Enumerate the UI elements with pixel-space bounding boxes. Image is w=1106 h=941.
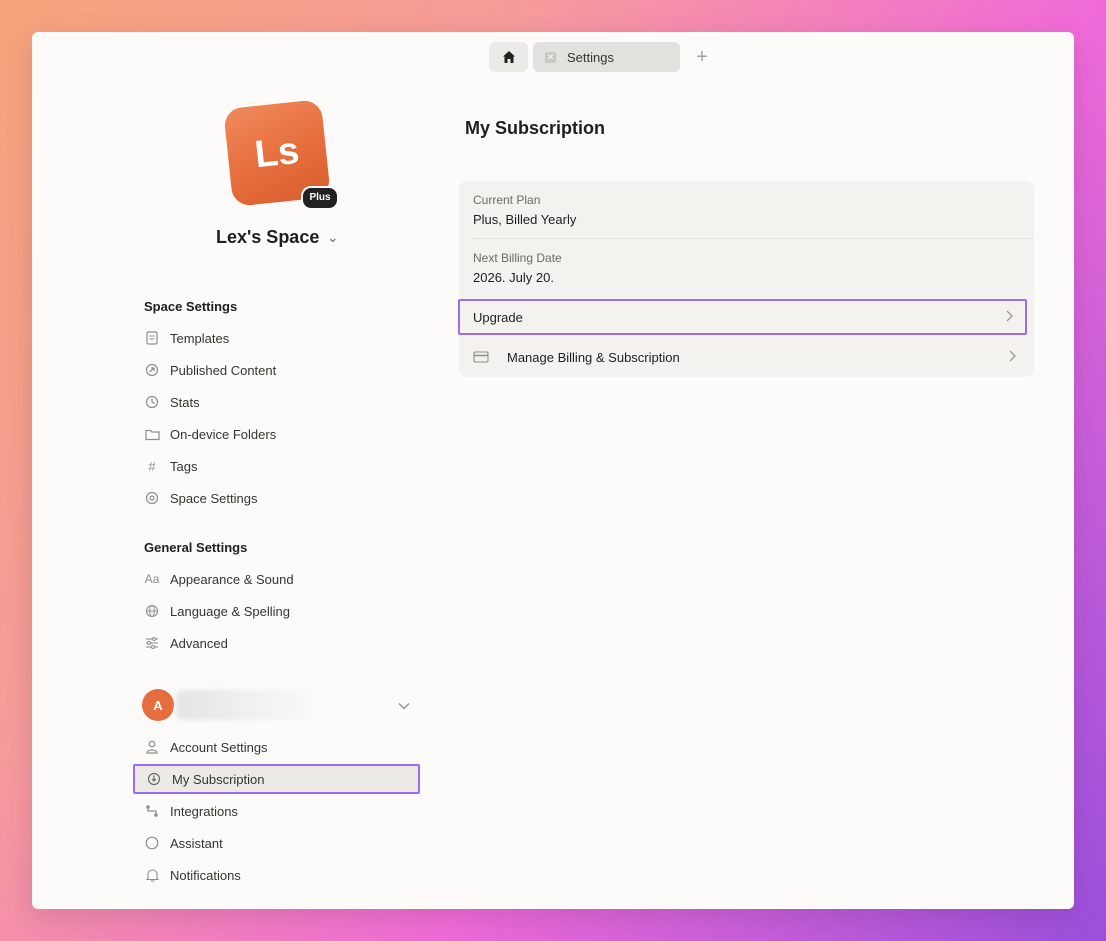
template-icon: [144, 330, 160, 346]
sidebar-item-notifications[interactable]: Notifications: [144, 863, 398, 887]
plan-badge: Plus: [301, 186, 339, 210]
published-icon: [144, 362, 160, 378]
chevron-down-icon: [398, 698, 410, 713]
sidebar-item-label: Templates: [170, 330, 230, 346]
stats-icon: [144, 394, 160, 410]
space-switcher[interactable]: Lex's Space ⌄: [216, 227, 338, 248]
sidebar-item-assistant[interactable]: Assistant: [144, 831, 398, 855]
chevron-right-icon: [1006, 309, 1013, 326]
sidebar-item-account-settings[interactable]: Account Settings: [144, 735, 398, 759]
account-name-redacted: [176, 690, 314, 720]
avatar-letter: A: [153, 697, 163, 713]
sidebar-item-language-spelling[interactable]: Language & Spelling: [144, 599, 398, 623]
hash-icon: #: [148, 458, 156, 474]
account-switcher[interactable]: A: [142, 688, 410, 722]
space-logo-text: Ls: [252, 129, 302, 176]
sidebar-item-label: Assistant: [170, 835, 223, 851]
assistant-icon: [144, 835, 160, 851]
sidebar-item-stats[interactable]: Stats: [144, 390, 398, 414]
current-plan-label: Current Plan: [473, 193, 541, 207]
home-tab[interactable]: [489, 42, 528, 72]
upgrade-button[interactable]: Upgrade: [458, 299, 1027, 335]
globe-icon: [144, 603, 160, 619]
sidebar-item-on-device-folders[interactable]: On-device Folders: [144, 422, 398, 446]
home-icon: [502, 51, 515, 63]
sidebar-item-my-subscription[interactable]: My Subscription: [133, 764, 420, 794]
sidebar-item-label: Advanced: [170, 635, 228, 651]
sidebar-item-label: Account Settings: [170, 739, 268, 755]
sidebar-item-published-content[interactable]: Published Content: [144, 358, 398, 382]
sidebar-item-label: Tags: [170, 458, 198, 474]
sidebar-item-tags[interactable]: # Tags: [144, 454, 398, 478]
chevron-right-icon: [1009, 349, 1016, 366]
credit-card-icon: [473, 349, 489, 365]
sidebar-item-space-settings[interactable]: Space Settings: [144, 486, 398, 510]
sidebar-item-label: Published Content: [170, 362, 277, 378]
chevron-down-icon: ⌄: [327, 229, 339, 245]
next-billing-value: 2026. July 20.: [473, 270, 554, 285]
folder-icon: [144, 426, 160, 442]
sliders-icon: [144, 635, 160, 651]
tab-settings-label: Settings: [567, 49, 614, 65]
close-icon[interactable]: ✕: [545, 51, 556, 63]
sidebar-item-templates[interactable]: Templates: [144, 326, 398, 350]
sidebar-item-label: Language & Spelling: [170, 603, 290, 619]
sidebar-item-appearance-sound[interactable]: Aa Appearance & Sound: [144, 567, 398, 591]
sidebar-item-label: My Subscription: [172, 771, 265, 787]
subscription-icon: [146, 771, 162, 787]
bell-icon: [144, 867, 160, 883]
sidebar-item-label: On-device Folders: [170, 426, 277, 442]
divider: [473, 238, 1034, 239]
space-name: Lex's Space: [216, 227, 320, 247]
tab-settings[interactable]: ✕ Settings: [533, 42, 680, 72]
sidebar-item-label: Notifications: [170, 867, 241, 883]
avatar: A: [142, 689, 174, 721]
next-billing-label: Next Billing Date: [473, 251, 562, 265]
manage-billing-button[interactable]: Manage Billing & Subscription: [459, 339, 1028, 375]
gear-icon: [144, 490, 160, 506]
person-icon: [144, 739, 160, 755]
font-icon: Aa: [144, 572, 160, 586]
integrations-icon: [144, 803, 160, 819]
sidebar-item-label: Appearance & Sound: [170, 571, 294, 587]
sidebar-item-label: Space Settings: [170, 490, 258, 506]
sidebar-item-label: Stats: [170, 394, 200, 410]
sidebar-item-integrations[interactable]: Integrations: [144, 799, 398, 823]
new-tab-button[interactable]: +: [692, 45, 712, 69]
settings-window: ✕ Settings + Ls Plus Lex's Space ⌄ Space…: [32, 32, 1074, 909]
sidebar-item-advanced[interactable]: Advanced: [144, 631, 398, 655]
upgrade-label: Upgrade: [473, 309, 523, 325]
page-title: My Subscription: [465, 118, 606, 138]
manage-billing-label: Manage Billing & Subscription: [507, 349, 680, 365]
general-settings-heading: General Settings: [144, 540, 248, 555]
subscription-card: Current Plan Plus, Billed Yearly Next Bi…: [458, 181, 1034, 377]
current-plan-value: Plus, Billed Yearly: [473, 212, 577, 227]
space-settings-heading: Space Settings: [144, 299, 238, 314]
sidebar-item-label: Integrations: [170, 803, 238, 819]
